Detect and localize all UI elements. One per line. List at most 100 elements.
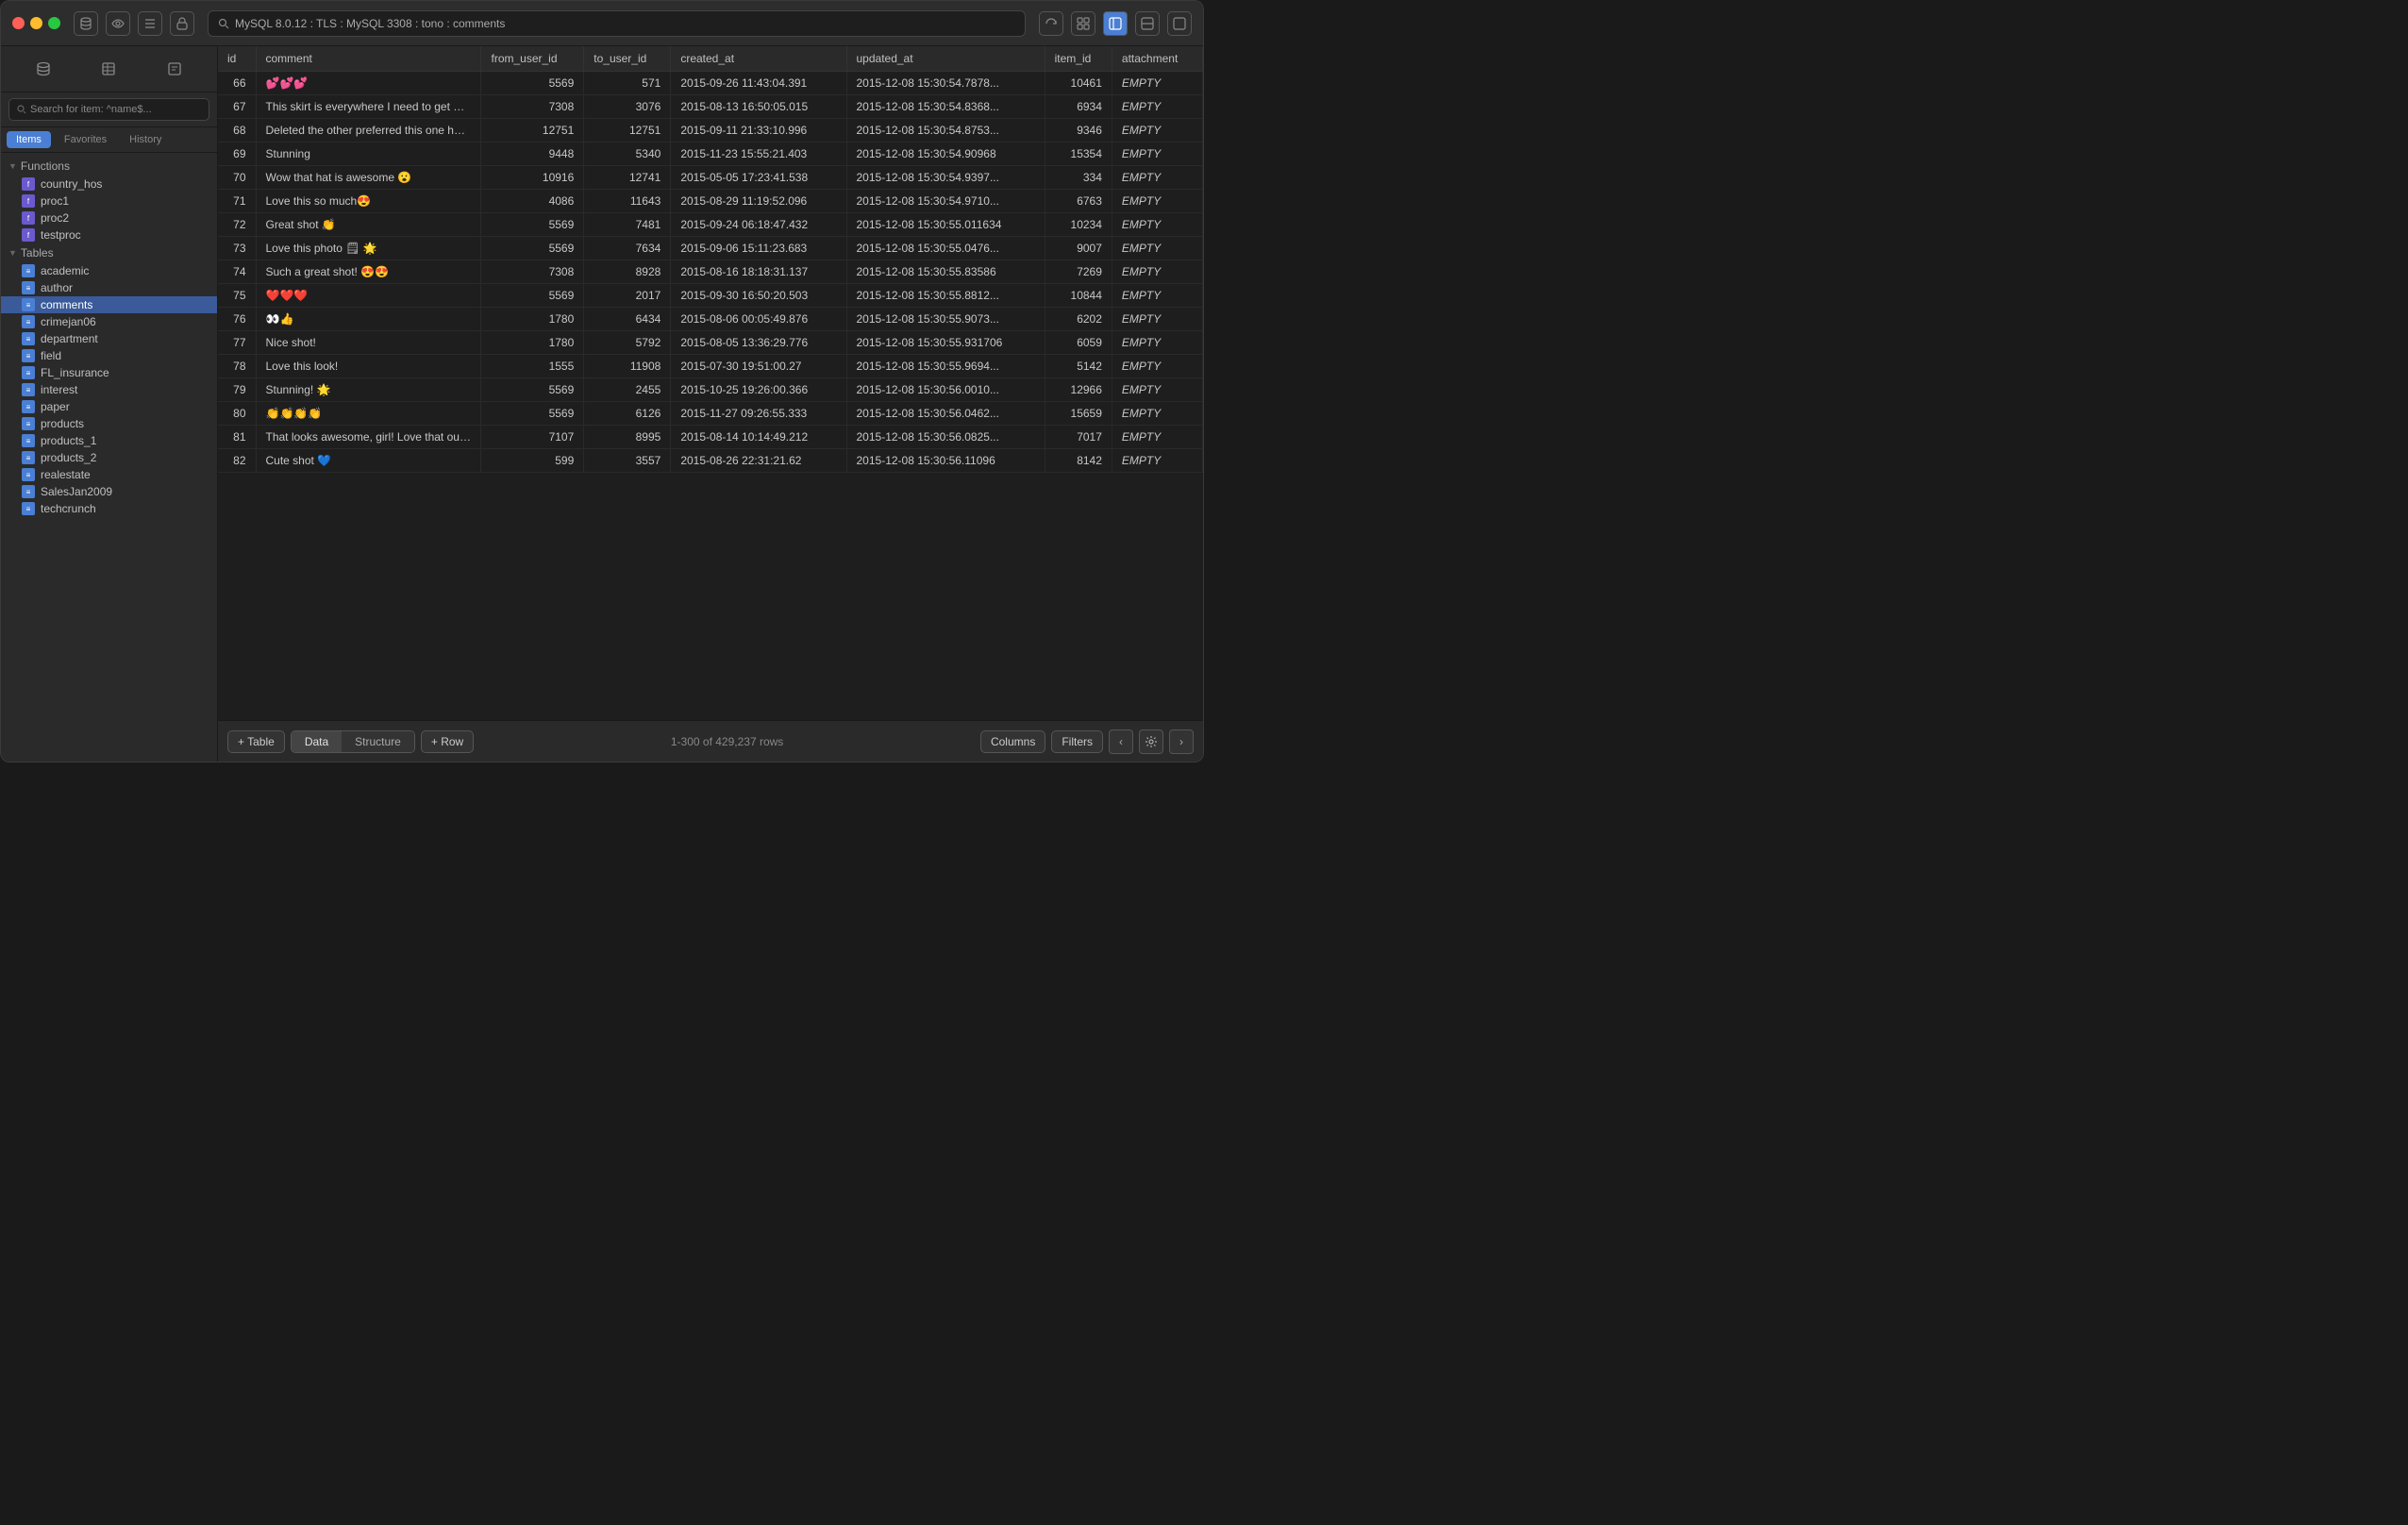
table-cell[interactable]: 5340	[584, 142, 671, 166]
table-cell[interactable]: 2015-12-08 15:30:55.8812...	[846, 284, 1045, 308]
table-cell[interactable]: 2015-09-11 21:33:10.996	[671, 119, 846, 142]
list-icon[interactable]	[138, 11, 162, 36]
db-icon[interactable]	[28, 54, 59, 84]
table-row[interactable]: 78Love this look!1555119082015-07-30 19:…	[218, 355, 1203, 378]
table-cell[interactable]: EMPTY	[1112, 213, 1202, 237]
table-cell[interactable]: 2017	[584, 284, 671, 308]
sidebar-item-author[interactable]: ≡ author	[1, 279, 217, 296]
prev-page-button[interactable]: ‹	[1109, 729, 1133, 754]
table-cell[interactable]: 5569	[481, 72, 584, 95]
table-cell[interactable]: 6763	[1045, 190, 1112, 213]
table-cell[interactable]: Love this look!	[256, 355, 481, 378]
sidebar-item-academic[interactable]: ≡ academic	[1, 262, 217, 279]
layout-horizontal-icon[interactable]	[1135, 11, 1160, 36]
database-icon[interactable]	[74, 11, 98, 36]
table-cell[interactable]: Love this so much😍	[256, 190, 481, 213]
table-cell[interactable]: 78	[218, 355, 256, 378]
table-cell[interactable]: 77	[218, 331, 256, 355]
table-cell[interactable]: 5569	[481, 237, 584, 260]
tables-section[interactable]: ▼ Tables	[1, 243, 217, 262]
table-cell[interactable]: 2015-12-08 15:30:54.9710...	[846, 190, 1045, 213]
sidebar-item-interest[interactable]: ≡ interest	[1, 381, 217, 398]
table-cell[interactable]: 12751	[584, 119, 671, 142]
table-row[interactable]: 72Great shot 👏556974812015-09-24 06:18:4…	[218, 213, 1203, 237]
table-cell[interactable]: EMPTY	[1112, 378, 1202, 402]
table-cell[interactable]: 4086	[481, 190, 584, 213]
sidebar-item-proc1[interactable]: f proc1	[1, 193, 217, 209]
table-cell[interactable]: Such a great shot! 😍😍	[256, 260, 481, 284]
table-cell[interactable]: 74	[218, 260, 256, 284]
table-cell[interactable]: 81	[218, 426, 256, 449]
sidebar-search[interactable]: Search for item: ^name$...	[8, 98, 209, 121]
table-cell[interactable]: 👀👍	[256, 308, 481, 331]
layout-full-icon[interactable]	[1167, 11, 1192, 36]
table-row[interactable]: 76👀👍178064342015-08-06 00:05:49.8762015-…	[218, 308, 1203, 331]
table-cell[interactable]: EMPTY	[1112, 449, 1202, 473]
table-cell[interactable]: 2015-12-08 15:30:54.90968	[846, 142, 1045, 166]
tab-structure-button[interactable]: Structure	[342, 731, 414, 752]
table-cell[interactable]: 5142	[1045, 355, 1112, 378]
table-cell[interactable]: 69	[218, 142, 256, 166]
add-row-button[interactable]: + Row	[421, 730, 474, 753]
table-row[interactable]: 69Stunning944853402015-11-23 15:55:21.40…	[218, 142, 1203, 166]
layout-split-icon[interactable]	[1103, 11, 1128, 36]
table-cell[interactable]: 2015-12-08 15:30:55.9694...	[846, 355, 1045, 378]
table-cell[interactable]: EMPTY	[1112, 190, 1202, 213]
table-cell[interactable]: 2015-12-08 15:30:56.0462...	[846, 402, 1045, 426]
table-cell[interactable]: 2015-10-25 19:26:00.366	[671, 378, 846, 402]
table-cell[interactable]: 5569	[481, 378, 584, 402]
table-cell[interactable]: 9346	[1045, 119, 1112, 142]
table-cell[interactable]: Deleted the other preferred this one hah…	[256, 119, 481, 142]
table-cell[interactable]: 334	[1045, 166, 1112, 190]
col-item-id[interactable]: item_id	[1045, 46, 1112, 72]
table-cell[interactable]: 2015-12-08 15:30:54.9397...	[846, 166, 1045, 190]
table-cell[interactable]: 1555	[481, 355, 584, 378]
table-cell[interactable]: 2015-09-30 16:50:20.503	[671, 284, 846, 308]
table-cell[interactable]: 9007	[1045, 237, 1112, 260]
table-row[interactable]: 80👏👏👏👏556961262015-11-27 09:26:55.333201…	[218, 402, 1203, 426]
table-cell[interactable]: 2015-09-24 06:18:47.432	[671, 213, 846, 237]
table-cell[interactable]: 71	[218, 190, 256, 213]
table-cell[interactable]: 66	[218, 72, 256, 95]
col-id[interactable]: id	[218, 46, 256, 72]
sidebar-item-salesjan2009[interactable]: ≡ SalesJan2009	[1, 483, 217, 500]
col-to-user-id[interactable]: to_user_id	[584, 46, 671, 72]
table-cell[interactable]: 2015-08-26 22:31:21.62	[671, 449, 846, 473]
table-cell[interactable]: 8142	[1045, 449, 1112, 473]
table-cell[interactable]: 10461	[1045, 72, 1112, 95]
table-row[interactable]: 82Cute shot 💙59935572015-08-26 22:31:21.…	[218, 449, 1203, 473]
table-row[interactable]: 81That looks awesome, girl! Love that ou…	[218, 426, 1203, 449]
table-cell[interactable]: 2015-05-05 17:23:41.538	[671, 166, 846, 190]
tab-data-button[interactable]: Data	[292, 731, 342, 752]
table-cell[interactable]: EMPTY	[1112, 426, 1202, 449]
grid-icon[interactable]	[1071, 11, 1095, 36]
table-cell[interactable]: 12741	[584, 166, 671, 190]
table-cell[interactable]: 2015-12-08 15:30:54.8753...	[846, 119, 1045, 142]
table-cell[interactable]: 76	[218, 308, 256, 331]
maximize-button[interactable]	[48, 17, 60, 29]
sidebar-item-field[interactable]: ≡ field	[1, 347, 217, 364]
connection-bar[interactable]: MySQL 8.0.12 : TLS : MySQL 3308 : tono :…	[208, 10, 1026, 37]
table-cell[interactable]: Love this photo 🗒 🌟	[256, 237, 481, 260]
table-cell[interactable]: 2015-12-08 15:30:55.011634	[846, 213, 1045, 237]
table-cell[interactable]: EMPTY	[1112, 355, 1202, 378]
table-cell[interactable]: 68	[218, 119, 256, 142]
table-cell[interactable]: 82	[218, 449, 256, 473]
table-row[interactable]: 73Love this photo 🗒 🌟556976342015-09-06 …	[218, 237, 1203, 260]
table-cell[interactable]: ❤️❤️❤️	[256, 284, 481, 308]
table-row[interactable]: 70Wow that hat is awesome 😮1091612741201…	[218, 166, 1203, 190]
tab-history[interactable]: History	[120, 131, 171, 148]
table-cell[interactable]: 2015-08-14 10:14:49.212	[671, 426, 846, 449]
table-cell[interactable]: 3076	[584, 95, 671, 119]
table-cell[interactable]: EMPTY	[1112, 142, 1202, 166]
sidebar-item-department[interactable]: ≡ department	[1, 330, 217, 347]
table-cell[interactable]: Stunning! 🌟	[256, 378, 481, 402]
table-cell[interactable]: 2015-12-08 15:30:54.8368...	[846, 95, 1045, 119]
table-cell[interactable]: 2015-12-08 15:30:54.7878...	[846, 72, 1045, 95]
table-cell[interactable]: 5569	[481, 402, 584, 426]
sidebar-item-products[interactable]: ≡ products	[1, 415, 217, 432]
table-cell[interactable]: EMPTY	[1112, 119, 1202, 142]
table-cell[interactable]: 6202	[1045, 308, 1112, 331]
table-cell[interactable]: 571	[584, 72, 671, 95]
table-cell[interactable]: 2015-08-06 00:05:49.876	[671, 308, 846, 331]
